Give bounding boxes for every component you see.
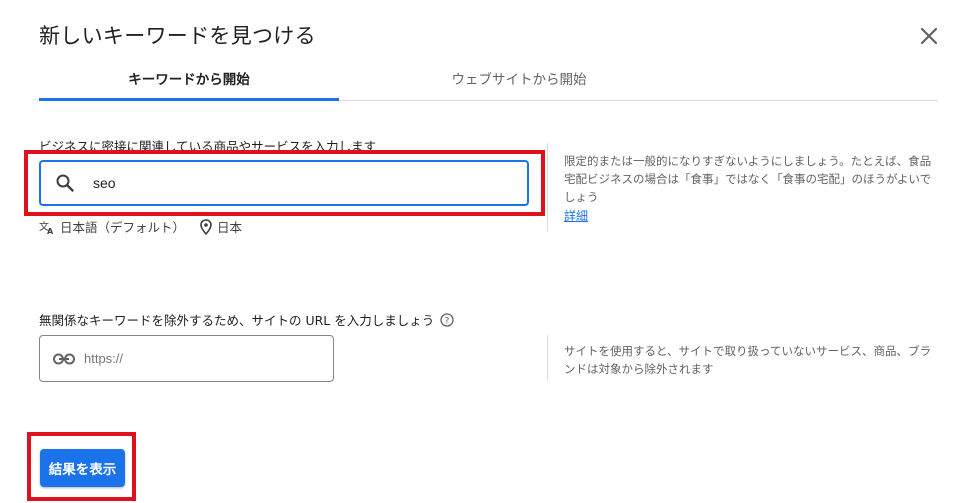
language-value: 日本語（デフォルト） (60, 220, 186, 235)
url-label-row: 無関係なキーワードを除外するため、サイトの URL を入力しましょう ? (39, 310, 454, 329)
url-hint: サイトを使用すると、サイトで取り扱っていないサービス、商品、ブランドは対象から除… (564, 344, 931, 376)
svg-text:?: ? (445, 316, 450, 326)
link-icon (52, 347, 76, 371)
search-icon (53, 171, 77, 195)
tab-start-with-keywords[interactable]: キーワードから開始 (39, 56, 339, 101)
locale-settings: 文 A 日本語（デフォルト） 日本 (39, 217, 242, 236)
url-field[interactable] (39, 335, 334, 382)
help-circle-icon[interactable]: ? (440, 312, 454, 327)
url-divider (547, 335, 548, 381)
url-input[interactable] (82, 350, 316, 367)
location-selector[interactable]: 日本 (199, 217, 242, 236)
keyword-hint: 限定的または一般的になりすぎないようにしましょう。たとえば、食品宅配ビジネスの場… (564, 154, 932, 204)
details-link[interactable]: 詳細 (564, 207, 588, 224)
keyword-search-field[interactable] (39, 160, 529, 206)
location-value: 日本 (217, 220, 243, 235)
close-button[interactable] (913, 20, 945, 52)
close-icon (920, 27, 938, 45)
dialog-title: 新しいキーワードを見つける (39, 24, 316, 48)
url-input-label: 無関係なキーワードを除外するため、サイトの URL を入力しましょう (39, 313, 435, 328)
keyword-input[interactable] (91, 174, 475, 192)
keyword-input-label: ビジネスに密接に関連している商品やサービスを入力します (39, 139, 377, 154)
keyword-planner-dialog: 新しいキーワードを見つける キーワードから開始 ウェブサイトから開始 ビジネスに… (0, 0, 973, 503)
translate-icon: 文 A (39, 220, 54, 235)
location-pin-icon (200, 218, 212, 235)
tab-start-with-website[interactable]: ウェブサイトから開始 (369, 56, 669, 100)
svg-text:A: A (47, 227, 54, 235)
show-results-button[interactable]: 結果を表示 (40, 449, 125, 487)
tab-bar: キーワードから開始 ウェブサイトから開始 (39, 56, 938, 101)
language-selector[interactable]: 文 A 日本語（デフォルト） (39, 217, 185, 236)
keyword-divider (547, 143, 548, 231)
